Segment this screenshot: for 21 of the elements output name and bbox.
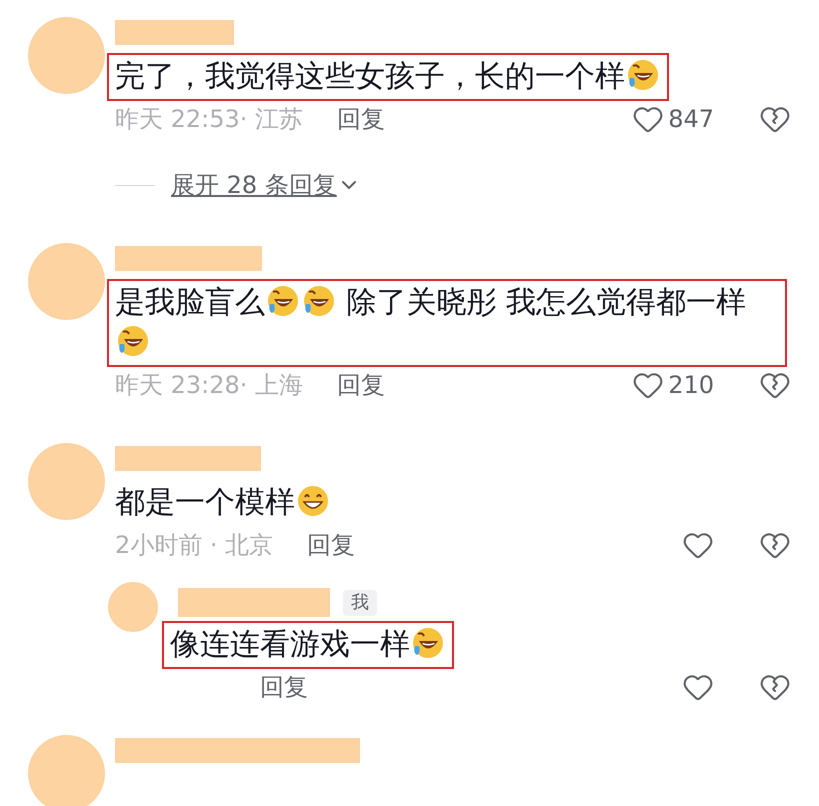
comment-time: 昨天 22:53· 江苏 bbox=[115, 104, 304, 135]
comment-text: 是我脸盲么 除了关晓彤 我怎么觉得都一样 bbox=[107, 279, 787, 367]
like-count: 210 bbox=[668, 370, 714, 401]
like-count: 847 bbox=[668, 104, 714, 135]
laughing-emoji-icon bbox=[626, 58, 660, 92]
expand-replies-link[interactable]: 展开 28 条回复 bbox=[171, 167, 337, 203]
laughing-emoji-icon bbox=[266, 284, 300, 318]
comment-text: 完了，我觉得这些女孩子，长的一个样 bbox=[107, 53, 669, 101]
reply-link[interactable]: 回复 bbox=[260, 669, 308, 705]
reply-link[interactable]: 回复 bbox=[337, 101, 386, 137]
grinning-emoji-icon bbox=[296, 484, 330, 518]
comment-time: 2小时前 · 北京 bbox=[115, 530, 274, 561]
comment-time: 昨天 23:28· 上海 bbox=[115, 370, 304, 401]
reply-link[interactable]: 回复 bbox=[307, 527, 356, 563]
laughing-emoji-icon bbox=[411, 626, 445, 660]
reply-link[interactable]: 回复 bbox=[337, 367, 386, 403]
author-tag: 我 bbox=[343, 590, 377, 616]
laughing-emoji-icon bbox=[302, 284, 336, 318]
comment-text: 都是一个模样 bbox=[107, 479, 339, 527]
comment-text: 像连连看游戏一样 bbox=[162, 621, 454, 669]
laughing-emoji-icon bbox=[116, 324, 150, 358]
